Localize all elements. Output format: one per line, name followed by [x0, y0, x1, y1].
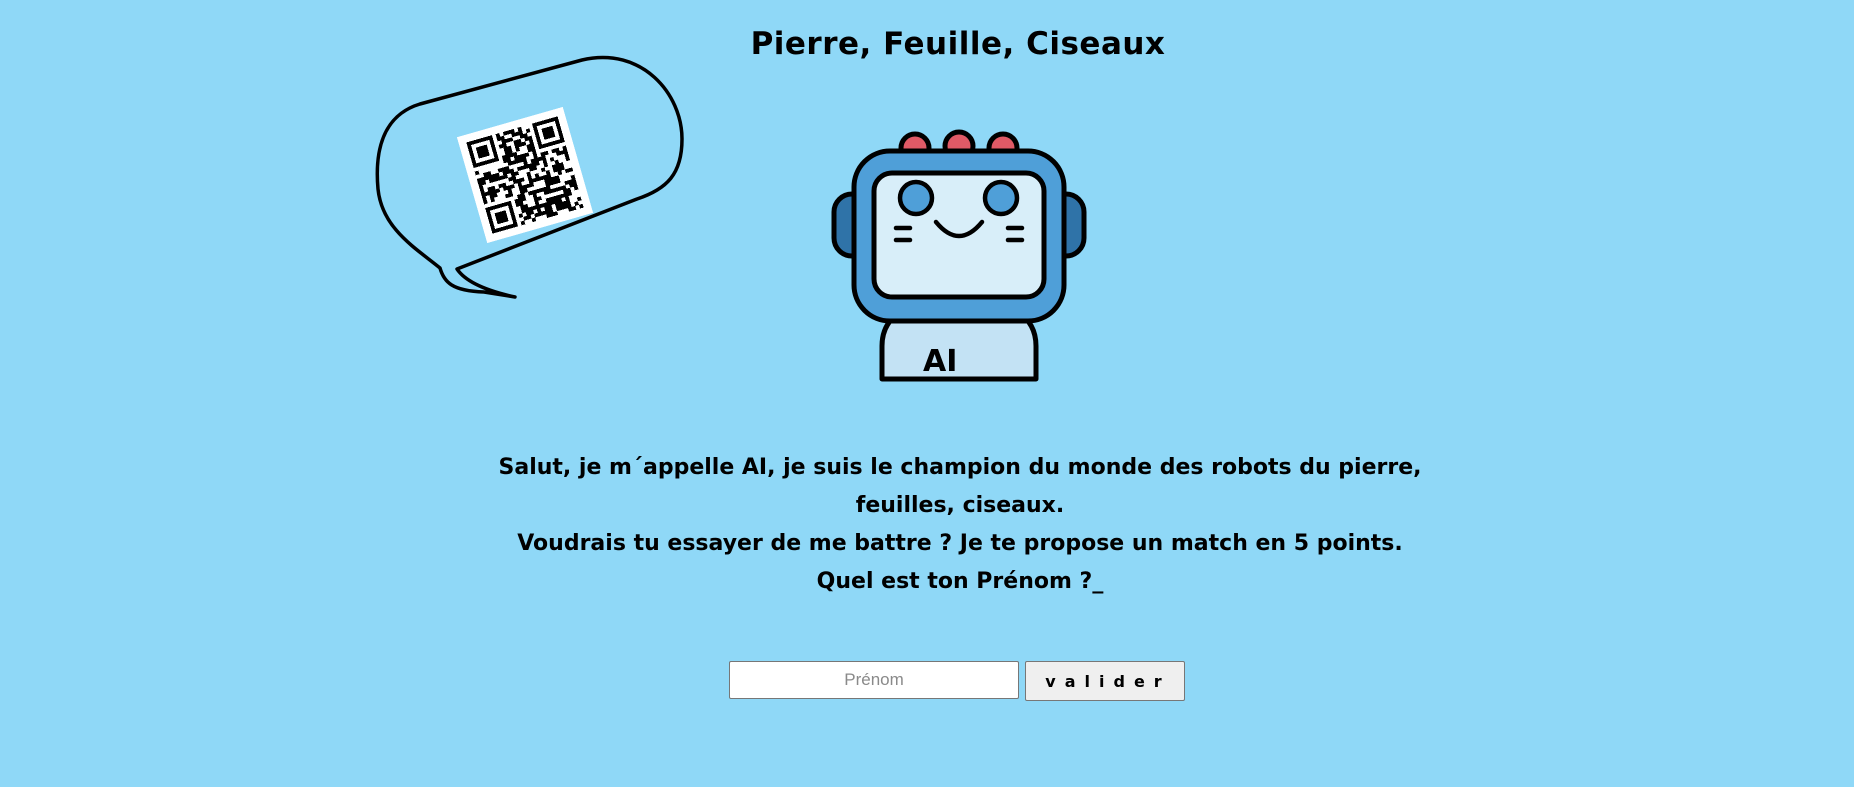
message-line-1: Salut, je m´appelle AI, je suis le champ…: [498, 455, 1422, 518]
robot-icon: AI: [831, 129, 1087, 382]
name-form: valider: [729, 661, 1185, 701]
robot-badge: AI: [923, 344, 957, 379]
message-line-2: Voudrais tu essayer de me battre ? Je te…: [517, 531, 1403, 594]
submit-button[interactable]: valider: [1025, 661, 1185, 701]
name-input[interactable]: [729, 661, 1019, 699]
page-title: Pierre, Feuille, Ciseaux: [750, 26, 1166, 62]
intro-message: Salut, je m´appelle AI, je suis le champ…: [490, 449, 1430, 601]
